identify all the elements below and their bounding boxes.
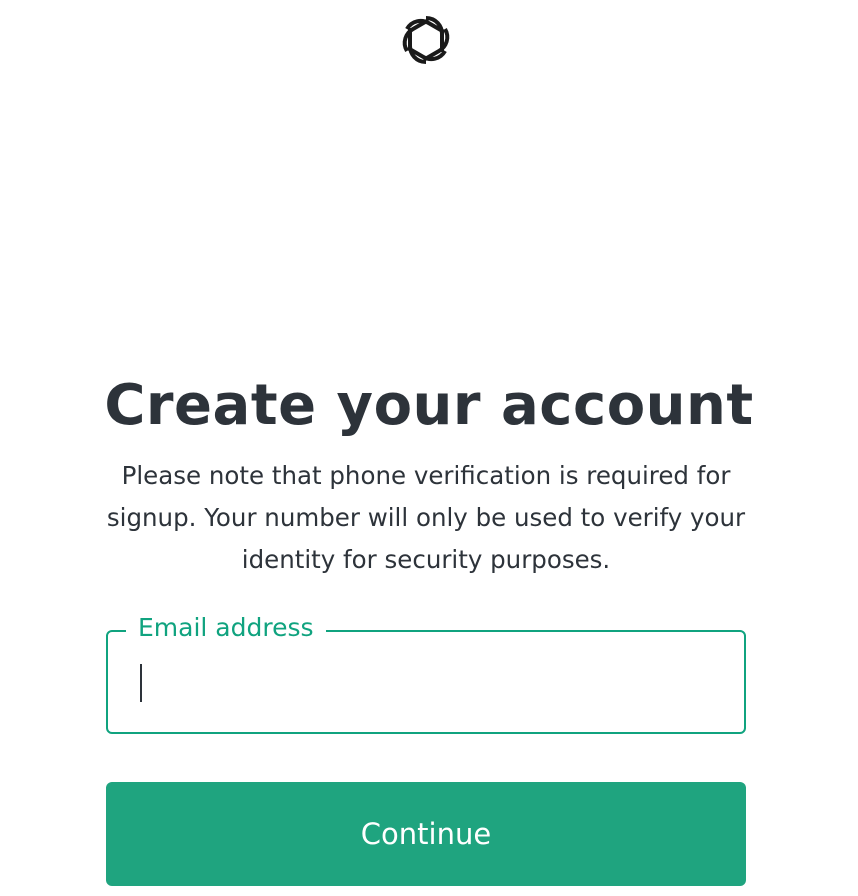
page-title: Create your account [104, 373, 754, 438]
signup-page: Create your account Please note that pho… [0, 0, 858, 896]
email-input[interactable] [126, 652, 726, 712]
page-subtitle: Please note that phone verification is r… [106, 461, 746, 574]
openai-logo-icon [394, 8, 458, 72]
continue-button[interactable]: Continue [106, 782, 746, 886]
text-caret [140, 664, 142, 702]
email-field-label: Email address [126, 612, 326, 644]
email-field[interactable]: Email address [106, 612, 746, 734]
